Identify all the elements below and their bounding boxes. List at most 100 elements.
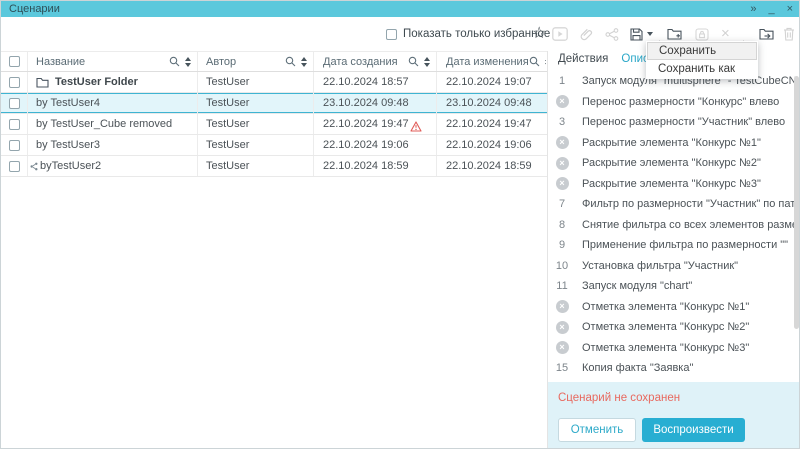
action-item[interactable]: 8 × Снятие фильтра со всех элементов раз… (549, 215, 795, 236)
table-row[interactable]: by TestUser3 TestUser 22.10.2024 19:06 2… (1, 135, 547, 156)
table-body: TestUser Folder TestUser 22.10.2024 18:5… (1, 72, 547, 177)
scrollbar-thumb[interactable] (794, 76, 799, 329)
unsaved-status: Сценарий не сохранен (558, 392, 680, 404)
action-item[interactable]: × Отметка элемента "Конкурс №3" (549, 338, 795, 359)
row-checkbox[interactable] (9, 119, 20, 130)
share-icon[interactable] (605, 17, 619, 51)
table-row[interactable]: by TestUser_Cube removed TestUser 22.10.… (1, 114, 547, 135)
titlebar: Сценарии » _ × (1, 1, 799, 17)
favorites-filter[interactable]: Показать только избранное (386, 17, 550, 51)
action-item[interactable]: 9 × Применение фильтра по размерности "" (549, 235, 795, 256)
search-icon[interactable] (169, 56, 180, 67)
scenario-created: 22.10.2024 19:06 (323, 135, 409, 155)
close-icon[interactable]: × (787, 1, 793, 17)
scenario-name: by TestUser3 (36, 135, 100, 155)
action-item[interactable]: × Отметка элемента "Конкурс №1" (549, 297, 795, 318)
remove-action-icon[interactable]: × (556, 341, 569, 354)
search-icon[interactable] (285, 56, 296, 67)
scenario-created: 22.10.2024 18:57 (323, 72, 409, 92)
remove-action-icon[interactable]: × (556, 321, 569, 334)
remove-action-icon[interactable]: × (556, 177, 569, 190)
select-all-checkbox[interactable] (9, 56, 20, 67)
sort-icon[interactable] (545, 57, 546, 67)
sort-icon[interactable] (185, 57, 191, 67)
action-text: Копия факта "Заявка" (582, 362, 693, 374)
folder-icon (36, 77, 49, 88)
remove-action-icon[interactable]: × (556, 157, 569, 170)
header-created[interactable]: Дата создания (314, 52, 437, 71)
remove-action-icon[interactable]: × (556, 95, 569, 108)
action-item[interactable]: × Раскрытие элемента "Конкурс №2" (549, 153, 795, 174)
search-icon[interactable] (408, 56, 419, 67)
cancel-button[interactable]: Отменить (558, 418, 636, 442)
minimize-icon[interactable]: _ (768, 1, 774, 17)
action-item[interactable]: 7 × Фильтр по размерности "Участник" по … (549, 194, 795, 215)
action-text: Перенос размерности "Конкурс" влево (582, 96, 779, 108)
action-text: Установка фильтра "Участник" (582, 260, 738, 272)
action-item[interactable]: 3 × Перенос размерности "Участник" влево (549, 112, 795, 133)
action-item[interactable]: 15 × Копия факта "Заявка" (549, 358, 795, 379)
favorites-checkbox[interactable] (386, 29, 397, 40)
attach-icon[interactable] (580, 17, 593, 51)
action-number: 10 (556, 260, 568, 272)
header-author[interactable]: Автор (198, 52, 314, 71)
action-number: 11 (556, 280, 567, 292)
save-icon[interactable] (630, 17, 643, 51)
menu-item-save[interactable]: Сохранить (647, 42, 757, 60)
trash-icon[interactable] (783, 17, 795, 51)
move-to-folder-icon[interactable] (759, 17, 774, 51)
action-item[interactable]: 11 × Запуск модуля "chart" (549, 276, 795, 297)
panel-footer: Сценарий не сохранен Отменить Воспроизве… (548, 382, 800, 449)
table-row[interactable]: by TestUser4 TestUser 23.10.2024 09:48 2… (1, 93, 547, 114)
row-checkbox[interactable] (9, 98, 20, 109)
scenario-modified: 22.10.2024 19:06 (437, 135, 546, 155)
action-item[interactable]: × Раскрытие элемента "Конкурс №1" (549, 133, 795, 154)
action-text: Перенос размерности "Участник" влево (582, 116, 785, 128)
scenario-author: TestUser (198, 156, 314, 176)
row-checkbox[interactable] (9, 140, 20, 151)
scenarios-window: Сценарии » _ × Показать только избранное… (0, 0, 800, 449)
action-number: 9 (559, 239, 565, 251)
actions-panel: Действия Описание 1 × Запуск модуля "mul… (547, 51, 800, 449)
table-row[interactable]: byTestUser2 TestUser 22.10.2024 18:59 22… (1, 156, 547, 177)
action-text: Запуск модуля "chart" (582, 280, 692, 292)
warning-icon (410, 119, 422, 134)
action-text: Отметка элемента "Конкурс №1" (582, 301, 749, 313)
action-text: Отметка элемента "Конкурс №3" (582, 342, 749, 354)
action-number: 15 (556, 362, 568, 374)
tab-actions[interactable]: Действия (558, 53, 608, 65)
row-checkbox[interactable] (9, 161, 20, 172)
play-button[interactable]: Воспроизвести (642, 418, 745, 442)
select-all-cell[interactable] (1, 52, 28, 71)
action-number: 3 (559, 116, 565, 128)
scenario-modified: 22.10.2024 19:07 (437, 72, 546, 92)
sort-icon[interactable] (424, 57, 430, 67)
action-item[interactable]: × Перенос размерности "Конкурс" влево (549, 92, 795, 113)
action-item[interactable]: × Отметка элемента "Конкурс №2" (549, 317, 795, 338)
action-text: Раскрытие элемента "Конкурс №2" (582, 157, 761, 169)
window-controls: » _ × (750, 1, 793, 17)
remove-action-icon[interactable]: × (556, 136, 569, 149)
favorite-star-icon[interactable]: ☆ (532, 17, 546, 51)
action-text: Раскрытие элемента "Конкурс №3" (582, 178, 761, 190)
play-icon[interactable] (552, 17, 568, 51)
scenario-author: TestUser (198, 114, 314, 134)
menu-item-save-as[interactable]: Сохранить как (647, 60, 757, 78)
more-icon[interactable]: » (750, 1, 756, 17)
sort-icon[interactable] (301, 57, 307, 67)
header-modified[interactable]: Дата изменения (437, 52, 546, 71)
action-text: Снятие фильтра со всех элементов размерн… (582, 219, 795, 231)
scenario-created: 22.10.2024 19:47 (323, 114, 409, 134)
actions-list: 1 × Запуск модуля "multisphere" - TestCu… (549, 71, 795, 382)
header-name[interactable]: Название (28, 52, 198, 71)
window-title: Сценарии (9, 1, 60, 17)
action-item[interactable]: × Раскрытие элемента "Конкурс №3" (549, 174, 795, 195)
scenarios-table: Название Автор Дата создания (1, 51, 547, 177)
action-item[interactable]: 10 × Установка фильтра "Участник" (549, 256, 795, 277)
search-icon[interactable] (529, 56, 540, 67)
remove-action-icon[interactable]: × (556, 300, 569, 313)
table-row[interactable]: TestUser Folder TestUser 22.10.2024 18:5… (1, 72, 547, 93)
row-checkbox[interactable] (9, 77, 20, 88)
table-header: Название Автор Дата создания (1, 51, 547, 72)
scenario-author: TestUser (198, 135, 314, 155)
